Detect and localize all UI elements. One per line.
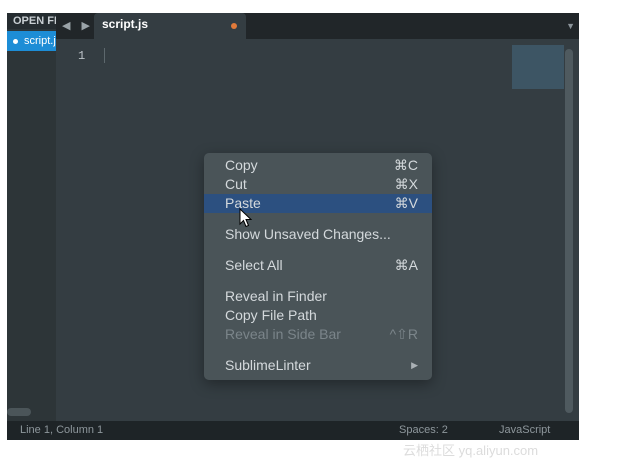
file-dot-icon	[13, 38, 18, 44]
text-caret	[104, 48, 105, 63]
line-number: 1	[78, 49, 86, 63]
minimap-viewport[interactable]	[512, 45, 564, 89]
open-files-header: OPEN FILES	[7, 13, 56, 29]
menu-item-label: Cut	[225, 176, 247, 192]
menu-item-cut[interactable]: Cut ⌘X	[204, 175, 432, 194]
menu-item-label: Copy File Path	[225, 307, 317, 323]
tab-label: script.js	[102, 17, 149, 31]
tab-nav-arrows[interactable]: ◀ ▶	[62, 19, 94, 32]
menu-item-sublimelinter[interactable]: SublimeLinter ▶	[204, 356, 432, 375]
menu-item-label: SublimeLinter	[225, 357, 311, 373]
mouse-pointer-icon	[239, 208, 253, 228]
watermark: 云栖社区 yq.aliyun.com	[403, 443, 539, 458]
menu-item-shortcut: ⌘X	[394, 176, 418, 192]
menu-item-reveal-in-side-bar: Reveal in Side Bar ^⇧R	[204, 325, 432, 344]
menu-item-shortcut: ⌘C	[393, 157, 418, 173]
sidebar-scrollbar[interactable]	[7, 408, 31, 416]
sidebar-file-label: script.js	[24, 35, 56, 47]
menu-item-shortcut: ⌘A	[394, 257, 418, 273]
menu-item-label: Reveal in Finder	[225, 288, 327, 304]
syntax-selector[interactable]: JavaScript	[499, 421, 550, 440]
menu-item-label: Reveal in Side Bar	[225, 326, 341, 342]
menu-item-label: Select All	[225, 257, 283, 273]
menu-item-shortcut: ^⇧R	[389, 326, 418, 342]
menu-item-copy[interactable]: Copy ⌘C	[204, 156, 432, 175]
menu-item-shortcut: ⌘V	[394, 195, 418, 211]
modified-dot-icon[interactable]	[231, 23, 237, 29]
sidebar-file-item[interactable]: script.js	[7, 31, 56, 51]
menu-item-copy-file-path[interactable]: Copy File Path	[204, 306, 432, 325]
menu-item-label: Copy	[225, 157, 258, 173]
status-bar: Line 1, Column 1 Spaces: 2 JavaScript	[7, 421, 579, 440]
tab-script-js[interactable]: script.js	[94, 13, 246, 39]
menu-item-select-all[interactable]: Select All ⌘A	[204, 256, 432, 275]
cursor-position: Line 1, Column 1	[20, 424, 104, 436]
context-menu: Copy ⌘C Cut ⌘X Paste ⌘V Show Unsaved Cha…	[204, 153, 432, 380]
sidebar: OPEN FILES script.js	[7, 13, 56, 421]
vertical-scrollbar[interactable]	[565, 49, 573, 413]
indentation-setting[interactable]: Spaces: 2	[399, 421, 448, 440]
tab-bar: ◀ ▶ script.js ▼	[56, 13, 579, 39]
chevron-down-icon[interactable]: ▼	[566, 21, 575, 31]
submenu-arrow-icon: ▶	[411, 360, 418, 370]
menu-item-reveal-in-finder[interactable]: Reveal in Finder	[204, 287, 432, 306]
